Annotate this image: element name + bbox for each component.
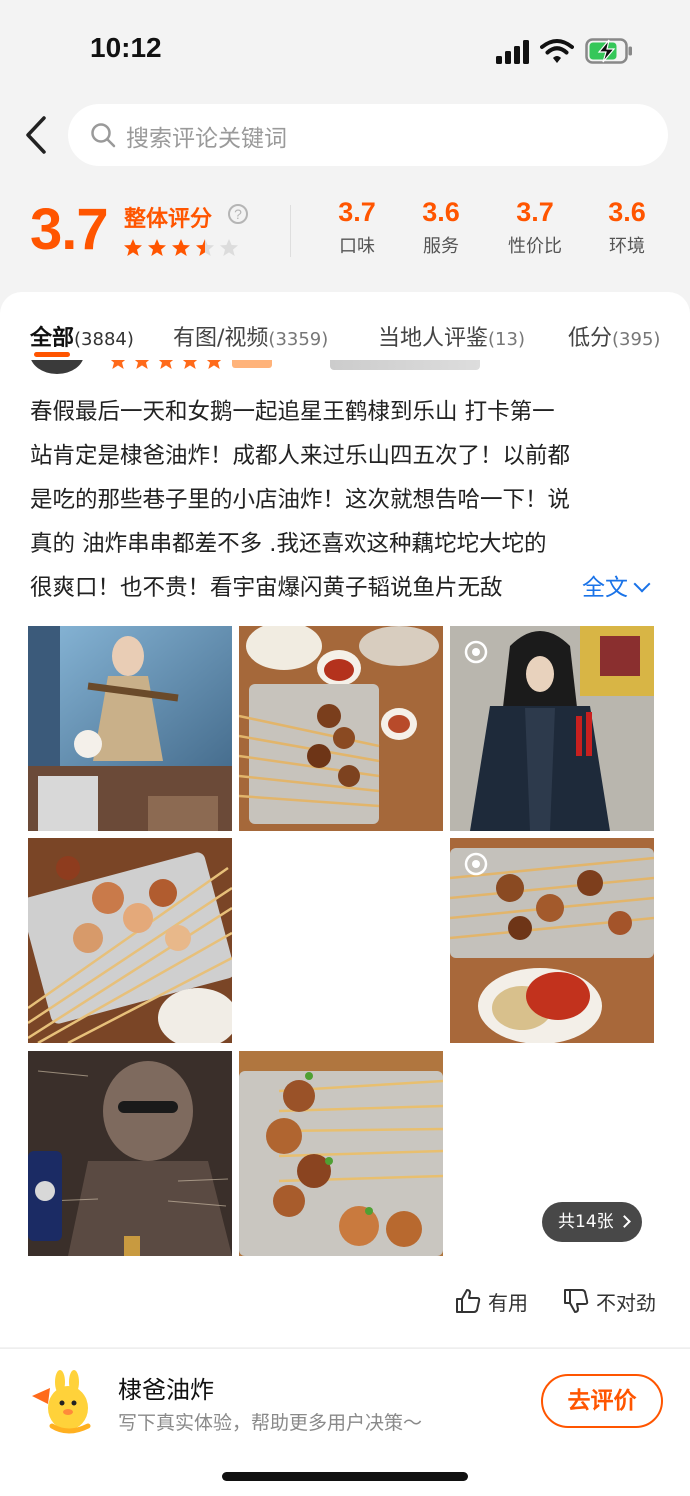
- sub-score-taste: 3.7 口味: [312, 197, 402, 258]
- photo-lotus-root-skewers[interactable]: [239, 1051, 443, 1256]
- not-right-label: 不对劲: [596, 1290, 656, 1315]
- filter-tabs: 全部(3884) 有图/视频(3359) 当地人评鉴(13) 低分(395): [0, 320, 690, 360]
- overall-score-label: 整体评分: [124, 207, 213, 232]
- search-input[interactable]: 搜索评论关键词: [68, 104, 668, 166]
- review-line: 很爽口！也不贵！看宇宙爆闪黄子韬说鱼片无敌: [30, 575, 503, 601]
- photo-count-label: 共14张: [558, 1212, 614, 1232]
- search-icon: [91, 123, 116, 148]
- star-icon: [172, 239, 190, 256]
- divider: [290, 205, 291, 257]
- chevron-down-icon: [633, 575, 651, 593]
- status-bar: 10:12: [0, 0, 690, 100]
- useful-label: 有用: [488, 1290, 528, 1315]
- review-line: 站肯定是棣爸油炸！成都人来过乐山四五次了！以前都: [30, 443, 571, 469]
- mascot-icon: [32, 1370, 91, 1434]
- useful-button[interactable]: 有用: [454, 1286, 528, 1316]
- not-right-button[interactable]: 不对劲: [562, 1286, 656, 1316]
- photo-skewers-chili-powder[interactable]: [450, 838, 654, 1043]
- sub-score-value: 3.6: [422, 197, 460, 227]
- sub-score-label: 环境: [609, 236, 645, 257]
- tab-with-media[interactable]: 有图/视频(3359): [173, 320, 328, 352]
- sub-score-label: 服务: [423, 236, 459, 257]
- back-arrow-icon[interactable]: [18, 112, 54, 158]
- avatar[interactable]: [30, 360, 84, 374]
- star-icon: [124, 239, 142, 256]
- photo-actor-poster-restaurant[interactable]: [28, 626, 232, 831]
- sub-score-value: 3.7: [338, 197, 376, 227]
- help-icon[interactable]: ?: [228, 204, 248, 224]
- star-icon: [148, 239, 166, 256]
- sub-score-value: 3.7: [516, 197, 554, 227]
- overall-score: 3.7: [30, 197, 109, 262]
- chevron-right-icon: [617, 1215, 631, 1228]
- thumbs-up-icon: [456, 1289, 481, 1313]
- photo-fried-skewers-table[interactable]: [28, 838, 232, 1043]
- star-icon: [196, 239, 214, 256]
- sub-score-label: 性价比: [508, 236, 562, 257]
- tab-label: 全部: [30, 326, 75, 351]
- shop-name: 棣爸油炸: [118, 1376, 214, 1404]
- tab-count: (3359): [268, 329, 329, 350]
- wifi-icon: [540, 39, 574, 63]
- photo-skewers-tray-sauce[interactable]: [239, 626, 443, 831]
- photo-graffiti-wall-portrait[interactable]: [28, 1051, 232, 1256]
- tab-local-reviews[interactable]: 当地人评鉴(13): [378, 320, 525, 352]
- photo-count-button[interactable]: 共14张: [542, 1202, 642, 1242]
- sub-score-value-for-money: 3.7 性价比: [490, 197, 580, 258]
- tab-label: 有图/视频: [173, 326, 269, 351]
- review-stars: [110, 360, 272, 369]
- overall-stars: [124, 239, 238, 256]
- status-time: 10:12: [90, 32, 162, 63]
- expand-full-text-link[interactable]: 全文: [578, 568, 651, 602]
- active-tab-indicator: [34, 352, 70, 357]
- tab-label: 当地人评鉴: [378, 326, 489, 351]
- tab-label: 低分: [568, 326, 613, 351]
- expand-label: 全文: [582, 575, 628, 601]
- write-review-button[interactable]: 去评价: [541, 1374, 663, 1428]
- review-line: 是吃的那些巷子里的小店油炸！这次就想告哈一下！说: [30, 487, 571, 513]
- star-icon: [220, 239, 238, 256]
- review-hint: 写下真实体验，帮助更多用户决策～: [118, 1412, 423, 1434]
- tab-all[interactable]: 全部(3884): [30, 320, 134, 352]
- thumbs-down-icon: [564, 1289, 589, 1313]
- review-line: 真的 油炸串串都差不多 .我还喜欢这种藕坨坨大坨的: [30, 531, 547, 557]
- signal-icon: [496, 40, 529, 64]
- sub-score-service: 3.6 服务: [396, 197, 486, 258]
- sub-score-label: 口味: [339, 236, 375, 257]
- photo-actor-costume-skewers[interactable]: [450, 626, 654, 831]
- review-body[interactable]: 春假最后一天和女鹅一起追星王鹤棣到乐山 打卡第一 站肯定是棣爸油炸！成都人来过乐…: [30, 390, 670, 610]
- reviewer-row-clipped: [30, 360, 490, 374]
- battery-charging-icon: [585, 38, 632, 64]
- sub-score-value: 3.6: [608, 197, 646, 227]
- review-line: 春假最后一天和女鹅一起追星王鹤棣到乐山 打卡第一: [30, 399, 555, 425]
- tab-low-score[interactable]: 低分(395): [568, 320, 660, 352]
- sub-score-environment: 3.6 环境: [582, 197, 672, 258]
- photo-blank[interactable]: [239, 838, 443, 1043]
- search-placeholder: 搜索评论关键词: [126, 126, 287, 152]
- tab-count: (13): [488, 329, 525, 350]
- home-indicator[interactable]: [222, 1472, 468, 1481]
- review-meta-clipped: [330, 360, 480, 370]
- tab-count: (3884): [74, 329, 134, 350]
- tab-count: (395): [612, 329, 661, 350]
